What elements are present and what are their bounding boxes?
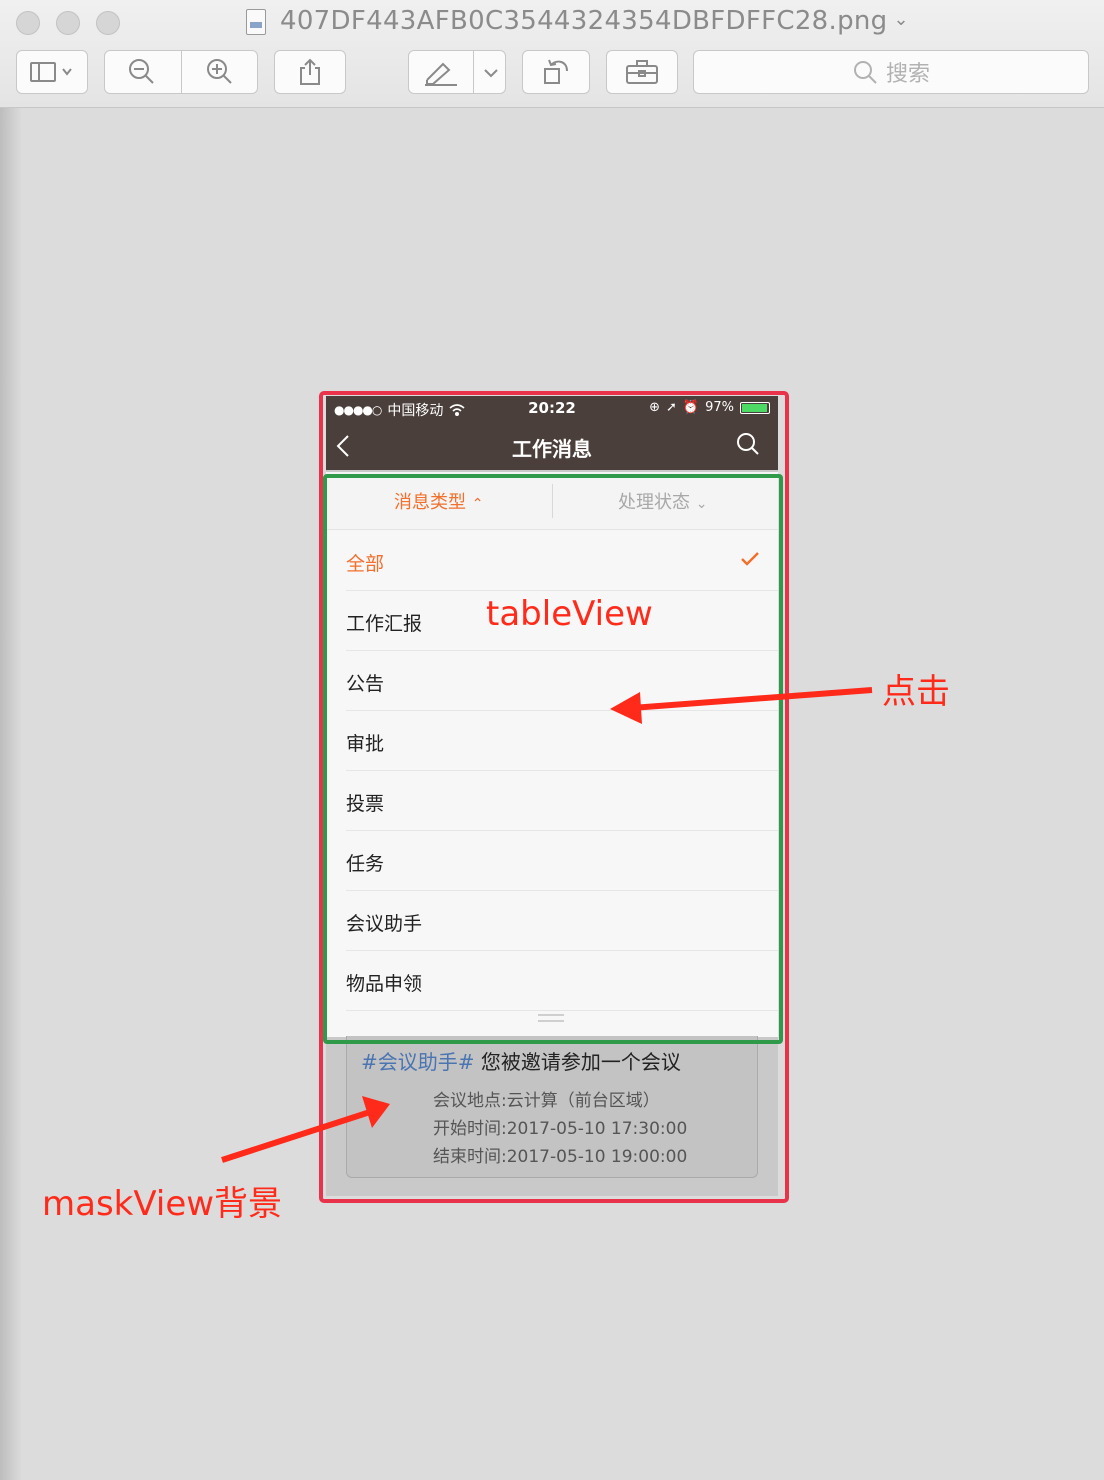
chevron-down-icon: ⌄ (893, 9, 909, 30)
minimize-window-button[interactable] (56, 11, 80, 35)
search-field[interactable]: 搜索 (693, 50, 1089, 94)
markup-icon (425, 62, 457, 86)
sidebar-icon (30, 62, 72, 82)
share-icon (300, 58, 320, 85)
window-title-text: 407DF443AFB0C3544324354DBFDFFC28.png (280, 6, 888, 36)
zoom-window-button[interactable] (96, 11, 120, 35)
rotate-button[interactable] (522, 50, 590, 94)
toolbox-icon (626, 60, 658, 84)
sidebar-toggle-button[interactable] (16, 50, 88, 94)
close-window-button[interactable] (16, 11, 40, 35)
search-placeholder: 搜索 (885, 62, 930, 87)
zoom-buttons (104, 50, 258, 94)
window-shadow (0, 108, 22, 1480)
window-title[interactable]: 407DF443AFB0C3544324354DBFDFFC28.png ⌄ (280, 6, 909, 36)
markup-button[interactable] (408, 50, 506, 94)
window-titlebar: 407DF443AFB0C3544324354DBFDFFC28.png ⌄ 搜索 (0, 0, 1104, 108)
click-annotation: 点击 (882, 672, 950, 712)
zoom-out-icon[interactable] (127, 57, 157, 87)
table-view-annotation: tableView (486, 594, 653, 634)
toolbox-button[interactable] (606, 50, 678, 94)
rotate-icon (544, 59, 568, 84)
table-view-highlight-box (323, 474, 783, 1044)
zoom-in-icon[interactable] (205, 57, 235, 87)
mask-view-annotation: maskView背景 (42, 1184, 283, 1224)
chevron-down-icon (484, 69, 498, 78)
share-button[interactable] (274, 50, 346, 94)
document-icon (246, 9, 266, 35)
search-icon (853, 61, 877, 84)
